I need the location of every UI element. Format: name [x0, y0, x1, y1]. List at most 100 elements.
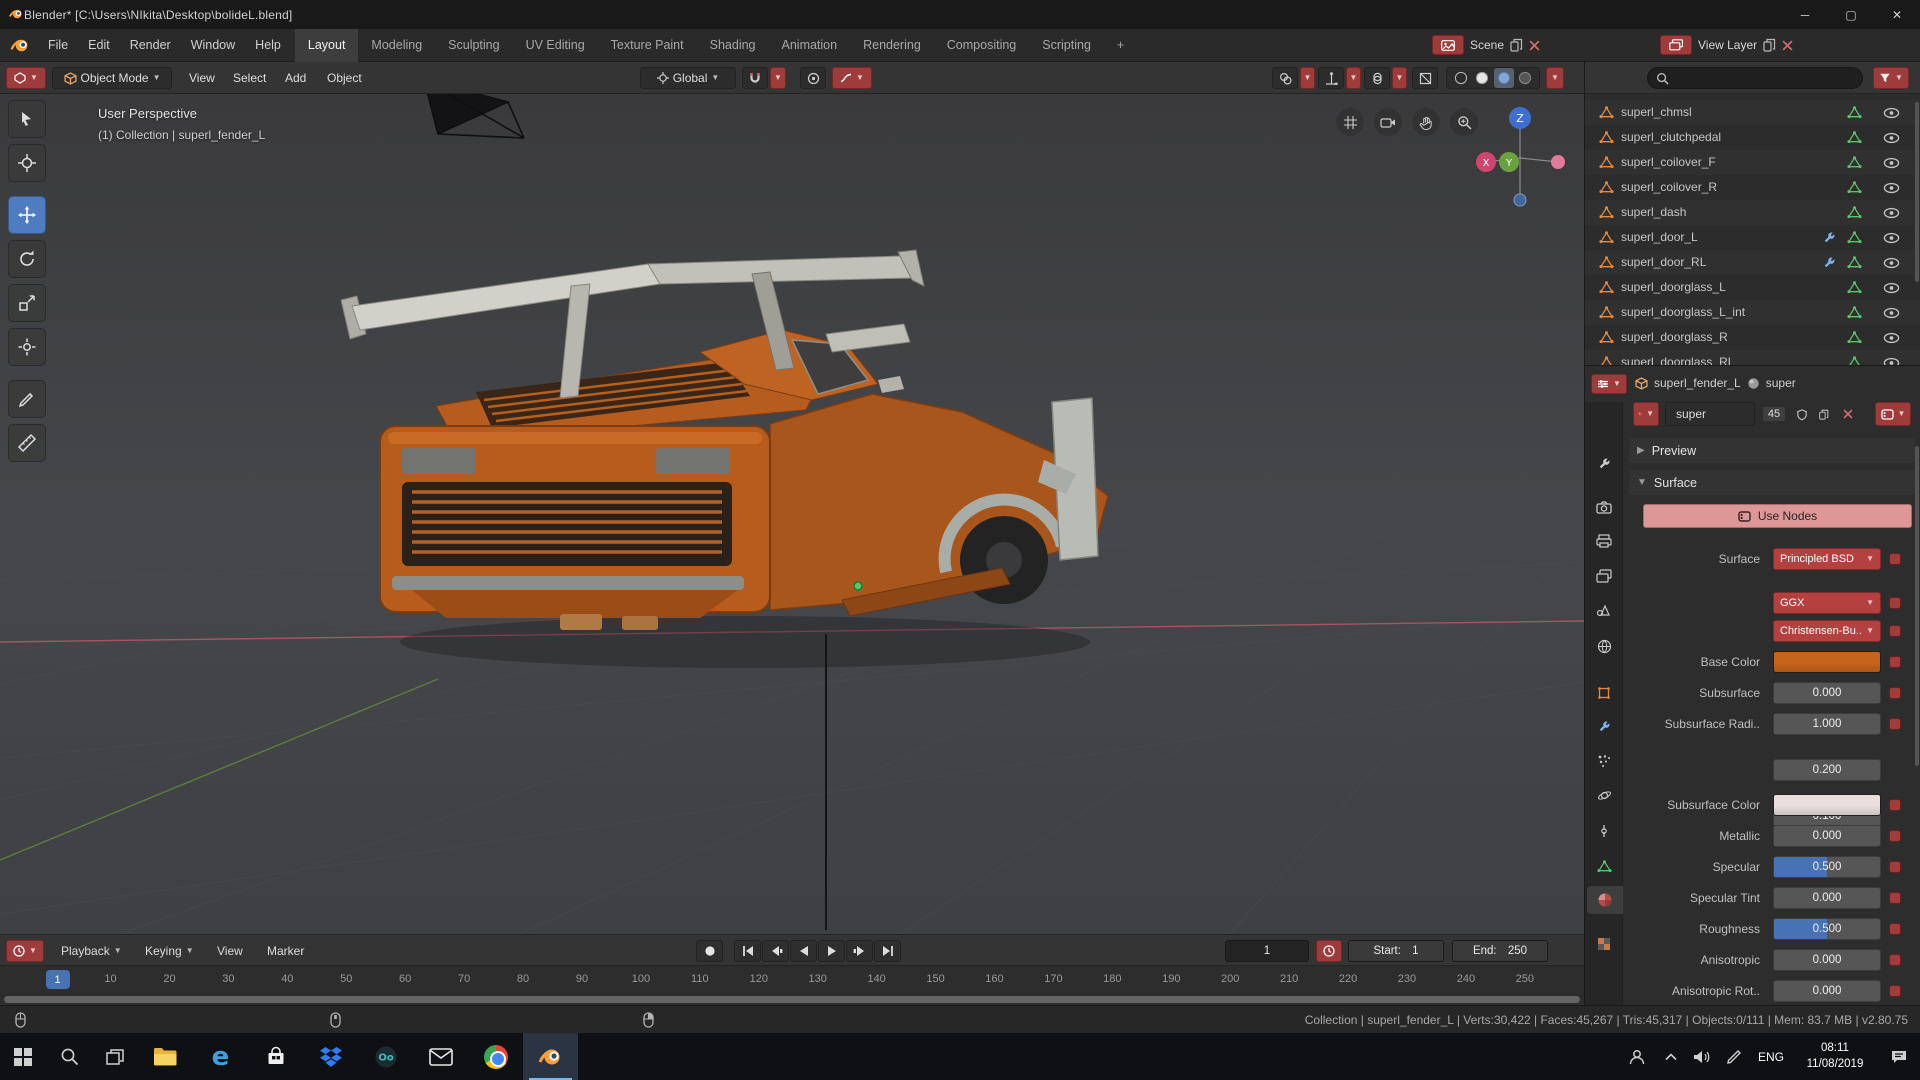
menu-help[interactable]: Help [245, 29, 291, 62]
add-workspace-button[interactable]: + [1104, 29, 1137, 62]
people-icon[interactable] [1618, 1033, 1656, 1080]
mesh-data-icon[interactable] [1847, 280, 1862, 294]
shading-options-dropdown[interactable]: ▼ [1546, 67, 1564, 89]
scene-delete-icon[interactable] [1529, 40, 1540, 51]
visibility-eye-icon[interactable] [1883, 257, 1900, 269]
editor-type-selector[interactable]: ▼ [6, 67, 46, 89]
workspace-tab-sculpting[interactable]: Sculpting [435, 29, 512, 62]
timeline-menu-view[interactable]: View [208, 940, 252, 962]
view-layer-copy-icon[interactable] [1763, 38, 1776, 52]
mode-selector[interactable]: Object Mode▼ [52, 67, 172, 89]
auto-keyframe-clock-icon[interactable] [1316, 940, 1342, 962]
properties-tab-render[interactable] [1589, 493, 1619, 521]
material-shading-icon[interactable] [1494, 68, 1514, 88]
properties-tab-modifiers[interactable] [1589, 712, 1619, 740]
visibility-eye-icon[interactable] [1883, 107, 1900, 119]
outliner-item-superl-coilover-f[interactable]: superl_coilover_F [1585, 150, 1920, 175]
viewport-menu-select[interactable]: Select [224, 67, 275, 89]
tool-measure[interactable] [8, 424, 46, 462]
tool-select-box[interactable] [8, 100, 46, 138]
property-slider[interactable]: 0.000 [1773, 980, 1881, 1002]
menu-edit[interactable]: Edit [78, 29, 120, 62]
tool-move[interactable] [8, 196, 46, 234]
property-vector-slider-1[interactable]: 0.200 [1773, 759, 1881, 781]
properties-tab-particles[interactable] [1589, 747, 1619, 775]
scene-name[interactable]: Scene [1470, 38, 1504, 52]
workspace-tab-shading[interactable]: Shading [697, 29, 769, 62]
properties-tab-material[interactable] [1587, 886, 1623, 914]
nav-pan-icon[interactable] [1412, 108, 1440, 136]
outliner-item-superl-dash[interactable]: superl_dash [1585, 200, 1920, 225]
properties-tab-scene[interactable] [1589, 596, 1619, 624]
properties-tab-texture[interactable] [1589, 930, 1619, 958]
current-frame-field[interactable]: 1 [1225, 940, 1309, 962]
mesh-data-icon[interactable] [1847, 155, 1862, 169]
properties-tab-view-layer[interactable] [1589, 562, 1619, 590]
blender-logo-icon[interactable] [10, 37, 30, 54]
object-type-visibility-icon[interactable] [1272, 67, 1298, 89]
timeline-editor-type-selector[interactable]: ▼ [6, 940, 44, 962]
outliner-item-superl-doorglass-l-int[interactable]: superl_doorglass_L_int [1585, 300, 1920, 325]
mesh-data-icon[interactable] [1847, 180, 1862, 194]
animate-decorator-icon[interactable] [1889, 799, 1901, 811]
chevron-up-icon[interactable] [1656, 1033, 1686, 1080]
outliner-scrollbar[interactable] [1915, 102, 1919, 282]
taskbar-app-dropbox[interactable] [303, 1033, 358, 1080]
tool-cursor[interactable] [8, 144, 46, 182]
visibility-eye-icon[interactable] [1883, 232, 1900, 244]
menu-window[interactable]: Window [181, 29, 245, 62]
maximize-button[interactable]: ▢ [1828, 0, 1874, 29]
tool-rotate[interactable] [8, 240, 46, 278]
gizmos-toggle-dropdown[interactable]: ▼ [1346, 67, 1361, 89]
outliner-search-input[interactable] [1647, 67, 1863, 89]
properties-tab-world[interactable] [1589, 632, 1619, 660]
clock[interactable]: 08:1111/08/2019 [1792, 1033, 1878, 1080]
scrollbar-thumb[interactable] [4, 996, 1580, 1003]
timeline-menu-keying[interactable]: Keying▼ [136, 940, 203, 962]
nav-camera-icon[interactable] [1374, 108, 1402, 136]
notification-center-icon[interactable] [1878, 1033, 1920, 1080]
property-vector-slider-0[interactable]: 1.000 [1773, 713, 1881, 735]
camera-object[interactable] [424, 94, 524, 138]
visibility-eye-icon[interactable] [1883, 282, 1900, 294]
property-dropdown-principled-bsd[interactable]: Principled BSD▼ [1773, 548, 1881, 570]
timeline-menu-marker[interactable]: Marker [258, 940, 313, 962]
properties-editor-type-icon[interactable]: ▼ [1591, 374, 1627, 394]
taskbar-app-blender[interactable] [523, 1033, 578, 1080]
object-type-visibility-dropdown[interactable]: ▼ [1300, 67, 1315, 89]
rendered-shading-icon[interactable] [1516, 68, 1536, 88]
properties-tab-constraints[interactable] [1589, 817, 1619, 845]
close-button[interactable]: ✕ [1874, 0, 1920, 29]
visibility-eye-icon[interactable] [1883, 182, 1900, 194]
animate-decorator-icon[interactable] [1889, 553, 1901, 565]
viewport-menu-object[interactable]: Object [318, 67, 371, 89]
viewport-menu-add[interactable]: Add [276, 67, 315, 89]
transport-play-button[interactable] [818, 940, 845, 962]
timeline-scrollbar[interactable] [0, 994, 1584, 1005]
outliner-item-superl-doorglass-r[interactable]: superl_doorglass_R [1585, 325, 1920, 350]
transport-jump-start-button[interactable] [734, 940, 761, 962]
taskbar-app-store[interactable] [248, 1033, 303, 1080]
mesh-data-icon[interactable] [1847, 230, 1862, 244]
pen-icon[interactable] [1718, 1033, 1750, 1080]
view-layer-browse-icon[interactable] [1660, 35, 1692, 55]
tool-transform[interactable] [8, 328, 46, 366]
scene-copy-icon[interactable] [1510, 38, 1523, 52]
property-slider[interactable]: 0.500 [1773, 918, 1881, 940]
mesh-data-icon[interactable] [1847, 105, 1862, 119]
outliner-item-superl-door-l[interactable]: superl_door_L [1585, 225, 1920, 250]
transport-prev-keyframe-button[interactable] [762, 940, 789, 962]
visibility-eye-icon[interactable] [1883, 357, 1900, 365]
animate-decorator-icon[interactable] [1889, 892, 1901, 904]
tool-annotate[interactable] [8, 380, 46, 418]
mesh-data-icon[interactable] [1847, 355, 1862, 365]
overlays-toggle-dropdown[interactable]: ▼ [1392, 67, 1407, 89]
wireframe-shading-icon[interactable] [1451, 68, 1471, 88]
workspace-tab-texture-paint[interactable]: Texture Paint [598, 29, 697, 62]
xray-toggle-icon[interactable] [1412, 67, 1438, 89]
navigation-gizmo[interactable]: Z X Y [1462, 100, 1578, 216]
car-model[interactable] [341, 250, 1108, 630]
workspace-tab-scripting[interactable]: Scripting [1029, 29, 1104, 62]
property-dropdown-christensen-bu[interactable]: Christensen-Bu..▼ [1773, 620, 1881, 642]
taskbar-app-mail[interactable] [413, 1033, 468, 1080]
